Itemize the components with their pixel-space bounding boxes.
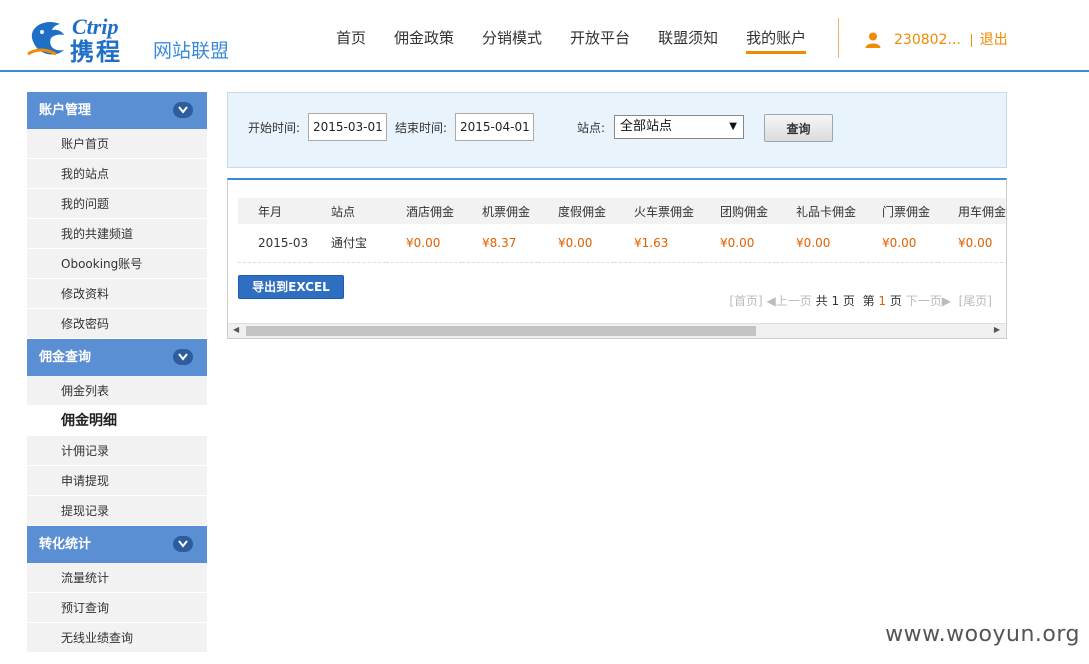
- chevron-right-icon: ▶: [941, 294, 951, 308]
- logo-cn-text: 携程: [70, 38, 122, 66]
- user-area: 230802... 退出: [864, 31, 1008, 49]
- sidebar-item-commission-detail[interactable]: 佣金明细: [27, 406, 207, 436]
- sidebar-item-my-questions[interactable]: 我的问题: [27, 189, 207, 219]
- cell-site: 通付宝: [311, 224, 386, 263]
- commission-table: 年月 站点 酒店佣金 机票佣金 度假佣金 火车票佣金 团购佣金 礼品卡佣金 门票…: [238, 198, 1006, 263]
- watermark: www.wooyun.org: [885, 622, 1080, 647]
- cell-car: ¥0.00: [938, 224, 1006, 263]
- sidebar-item-traffic-stats[interactable]: 流量统计: [27, 563, 207, 593]
- sidebar-section-commission[interactable]: 佣金查询: [27, 339, 207, 376]
- scrollbar-thumb[interactable]: [246, 326, 756, 336]
- col-header: 站点: [311, 198, 386, 224]
- start-date-label: 开始时间:: [248, 121, 301, 135]
- pager-total-prefix: 共: [815, 294, 828, 308]
- pager-prev[interactable]: 上一页: [776, 294, 812, 308]
- col-header: 度假佣金: [538, 198, 614, 224]
- site-select[interactable]: 全部站点 ▼: [614, 115, 744, 139]
- nav-commission-policy[interactable]: 佣金政策: [380, 28, 468, 56]
- main-nav: 首页 佣金政策 分销模式 开放平台 联盟须知 我的账户: [322, 28, 820, 56]
- sidebar-item-withdrawal-records[interactable]: 提现记录: [27, 496, 207, 526]
- pager-last[interactable]: [尾页]: [959, 294, 992, 308]
- sidebar-section-account[interactable]: 账户管理: [27, 92, 207, 129]
- cell-month: 2015-03: [238, 224, 311, 263]
- nav-home[interactable]: 首页: [322, 28, 380, 56]
- sidebar-item-commission-records[interactable]: 计佣记录: [27, 436, 207, 466]
- sidebar-item-change-password[interactable]: 修改密码: [27, 309, 207, 339]
- site-label: 站点:: [577, 121, 606, 135]
- sidebar: 账户管理 账户首页 我的站点 我的问题 我的共建频道 Obooking账号 修改…: [27, 92, 207, 653]
- nav-alliance-notice[interactable]: 联盟须知: [644, 28, 732, 56]
- pager-unit: 页: [842, 294, 855, 308]
- sidebar-item-wireless-query[interactable]: 无线业绩查询: [27, 623, 207, 653]
- results-panel: 年月 站点 酒店佣金 机票佣金 度假佣金 火车票佣金 团购佣金 礼品卡佣金 门票…: [227, 178, 1007, 339]
- pagination: [首页] ◀上一页 共 1 页 第 1 页 下一页▶ [尾页]: [729, 292, 992, 309]
- scroll-right-icon[interactable]: ▶: [994, 325, 1000, 334]
- sidebar-section-title: 转化统计: [39, 537, 92, 552]
- end-date-input[interactable]: [455, 113, 534, 141]
- nav-divider: [838, 18, 839, 58]
- nav-open-platform[interactable]: 开放平台: [556, 28, 644, 56]
- col-header: 酒店佣金: [386, 198, 462, 224]
- sidebar-item-cobuild-channels[interactable]: 我的共建频道: [27, 219, 207, 249]
- col-header: 机票佣金: [462, 198, 538, 224]
- cell-giftcard: ¥0.00: [776, 224, 862, 263]
- query-button[interactable]: 查询: [764, 114, 833, 142]
- user-icon: [865, 32, 881, 48]
- sidebar-item-my-sites[interactable]: 我的站点: [27, 159, 207, 189]
- logout-link[interactable]: 退出: [970, 33, 1008, 47]
- col-header: 火车票佣金: [614, 198, 700, 224]
- sidebar-section-title: 佣金查询: [39, 350, 92, 365]
- nav-my-account[interactable]: 我的账户: [732, 28, 820, 56]
- col-header: 用车佣金: [938, 198, 1006, 224]
- col-header: 团购佣金: [700, 198, 776, 224]
- pager-first[interactable]: [首页]: [729, 294, 762, 308]
- cell-ticket: ¥0.00: [862, 224, 938, 263]
- pager-current-prefix: 第: [862, 294, 875, 308]
- ctrip-logo[interactable]: Ctrip 携程: [26, 14, 146, 66]
- pager-unit: 页: [889, 294, 902, 308]
- top-header: Ctrip 携程 网站联盟 首页 佣金政策 分销模式 开放平台 联盟须知 我的账…: [0, 0, 1089, 72]
- sidebar-item-commission-list[interactable]: 佣金列表: [27, 376, 207, 406]
- chevron-left-icon: ◀: [766, 294, 776, 308]
- table-row: 2015-03 通付宝 ¥0.00 ¥8.37 ¥0.00 ¥1.63 ¥0.0…: [238, 224, 1006, 263]
- col-header: 礼品卡佣金: [776, 198, 862, 224]
- sidebar-item-request-withdrawal[interactable]: 申请提现: [27, 466, 207, 496]
- pager-current: 1: [878, 294, 887, 308]
- cell-train: ¥1.63: [614, 224, 700, 263]
- end-date-label: 结束时间:: [395, 121, 448, 135]
- site-select-value: 全部站点: [620, 119, 673, 134]
- start-date-input[interactable]: [308, 113, 387, 141]
- sidebar-section-title: 账户管理: [39, 103, 92, 118]
- nav-distribution-mode[interactable]: 分销模式: [468, 28, 556, 56]
- filter-panel: 开始时间: 结束时间: 站点: 全部站点 ▼ 查询: [227, 92, 1007, 168]
- chevron-down-icon[interactable]: [173, 349, 193, 365]
- sidebar-item-booking-query[interactable]: 预订查询: [27, 593, 207, 623]
- sidebar-section-conversion[interactable]: 转化统计: [27, 526, 207, 563]
- cell-flight: ¥8.37: [462, 224, 538, 263]
- cell-groupbuy: ¥0.00: [700, 224, 776, 263]
- site-title: 网站联盟: [153, 40, 230, 62]
- chevron-down-icon[interactable]: [173, 102, 193, 118]
- dolphin-icon: [27, 21, 64, 56]
- chevron-down-icon[interactable]: [173, 536, 193, 552]
- user-id[interactable]: 230802...: [894, 32, 961, 48]
- col-header: 年月: [238, 198, 311, 224]
- export-excel-button[interactable]: 导出到EXCEL: [238, 275, 344, 299]
- cell-hotel: ¥0.00: [386, 224, 462, 263]
- pager-next[interactable]: 下一页: [906, 294, 942, 308]
- scroll-left-icon[interactable]: ◀: [233, 325, 239, 334]
- sidebar-item-account-home[interactable]: 账户首页: [27, 129, 207, 159]
- sidebar-item-edit-profile[interactable]: 修改资料: [27, 279, 207, 309]
- dropdown-arrow-icon: ▼: [729, 121, 737, 132]
- table-header-row: 年月 站点 酒店佣金 机票佣金 度假佣金 火车票佣金 团购佣金 礼品卡佣金 门票…: [238, 198, 1006, 224]
- sidebar-item-obooking[interactable]: Obooking账号: [27, 249, 207, 279]
- horizontal-scrollbar[interactable]: ◀ ▶: [228, 323, 1006, 338]
- pager-total: 1: [831, 294, 840, 308]
- col-header: 门票佣金: [862, 198, 938, 224]
- cell-vacation: ¥0.00: [538, 224, 614, 263]
